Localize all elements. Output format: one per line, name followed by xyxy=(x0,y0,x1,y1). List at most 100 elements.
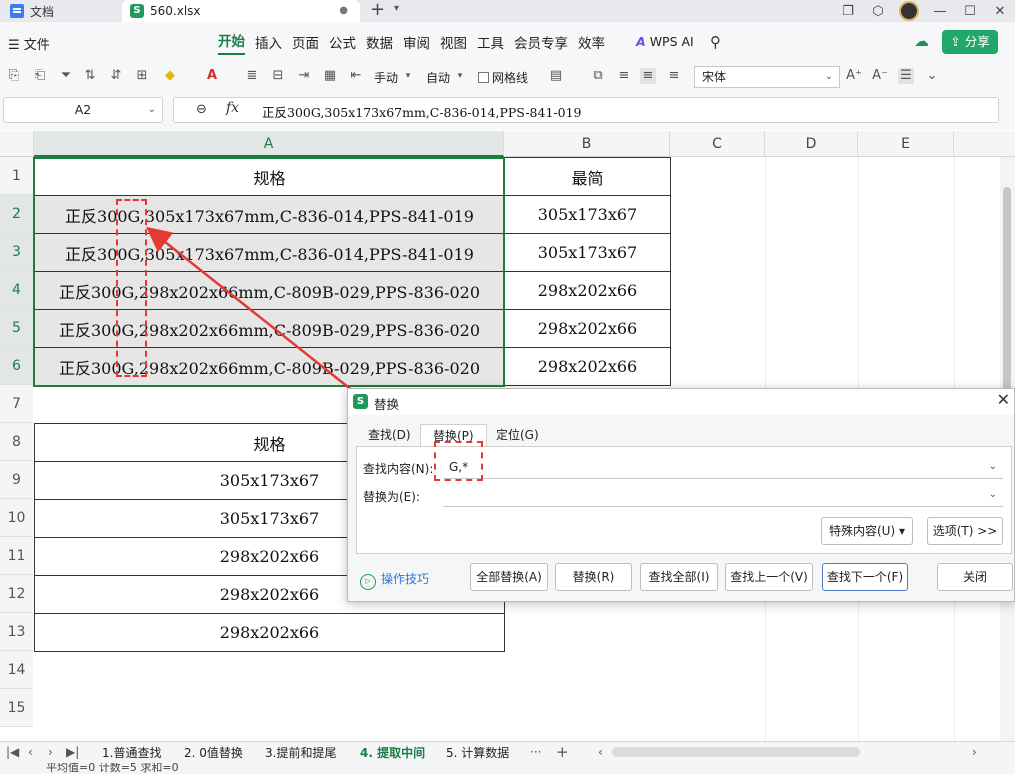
row-header-7[interactable]: 7 xyxy=(0,385,33,423)
row-col-icon[interactable]: ▦ xyxy=(322,68,338,84)
cube-icon[interactable]: ⬡ xyxy=(863,4,893,19)
file-menu[interactable]: ☰ 文件 xyxy=(8,34,50,53)
ribbon-tab-review[interactable]: 审阅 xyxy=(403,32,430,52)
cell-b4[interactable]: 298x202x66 xyxy=(504,271,671,310)
table-style-icon[interactable]: ▤ xyxy=(548,68,564,84)
fit-icon[interactable]: ⇤ xyxy=(348,68,364,84)
more-chevron-icon[interactable]: ⌄ xyxy=(924,68,940,84)
special-content-button[interactable]: 特殊内容(U) ▾ xyxy=(821,517,913,545)
column-header-e[interactable]: E xyxy=(858,131,954,157)
name-box[interactable]: A2 ⌄ xyxy=(3,97,163,123)
row-height-manual[interactable]: 手动 xyxy=(374,69,398,86)
column-header-a[interactable]: A xyxy=(34,131,504,157)
zoom-icon[interactable]: ⊖ xyxy=(196,102,207,117)
sheet-tab-3[interactable]: 3.提前和提尾 xyxy=(265,744,336,761)
scrollbar-thumb[interactable] xyxy=(1003,187,1011,407)
cell-b3[interactable]: 305x173x67 xyxy=(504,233,671,272)
indent-icon[interactable]: ⇥ xyxy=(296,68,312,84)
wrap-text-icon[interactable]: ≣ xyxy=(244,68,260,84)
row-header-12[interactable]: 12 xyxy=(0,575,33,613)
replace-button[interactable]: 替换(R) xyxy=(555,563,632,591)
chevron-down-icon[interactable]: ⌄ xyxy=(989,455,997,479)
tab-goto[interactable]: 定位(G) xyxy=(484,424,551,446)
options-button[interactable]: 选项(T) >> xyxy=(927,517,1003,545)
ribbon-tab-view[interactable]: 视图 xyxy=(440,32,467,52)
ribbon-tab-home[interactable]: 开始 xyxy=(218,30,245,55)
minimize-icon[interactable]: — xyxy=(925,4,955,19)
sort-asc-icon[interactable]: ⇅ xyxy=(82,68,98,84)
border-icon[interactable]: ⊞ xyxy=(134,68,150,84)
row-header-8[interactable]: 8 xyxy=(0,423,33,461)
row-header-5[interactable]: 5 xyxy=(0,309,33,347)
new-tab-icon[interactable]: + xyxy=(370,0,385,22)
tab-find[interactable]: 查找(D) xyxy=(356,424,423,446)
horizontal-scrollbar[interactable] xyxy=(612,747,860,757)
select-all-corner[interactable] xyxy=(0,131,34,157)
row-header-11[interactable]: 11 xyxy=(0,537,33,575)
tips-link[interactable]: 操作技巧 xyxy=(360,570,429,590)
chevron-down-icon[interactable]: ▾ xyxy=(452,68,468,84)
sheet-tab-1[interactable]: 1.普通查找 xyxy=(102,744,161,761)
font-color-icon[interactable]: A xyxy=(204,68,220,84)
row-header-2[interactable]: 2 xyxy=(0,195,33,233)
close-icon[interactable]: ✕ xyxy=(985,4,1015,19)
align-justify-icon[interactable]: ☰ xyxy=(898,68,914,84)
restore-layout-icon[interactable]: ❐ xyxy=(833,4,863,19)
format-painter-icon[interactable]: ⎘ xyxy=(6,68,22,84)
row-header-6[interactable]: 6 xyxy=(0,347,33,385)
filter-icon[interactable]: ⏷ xyxy=(58,68,74,84)
gridlines-checkbox[interactable] xyxy=(478,72,489,83)
search-icon[interactable]: ⚲ xyxy=(710,33,721,51)
align-center-icon[interactable]: ≡ xyxy=(640,68,656,84)
fx-icon[interactable]: fx xyxy=(226,100,239,116)
decrease-font-icon[interactable]: A⁻ xyxy=(872,68,888,84)
row-header-9[interactable]: 9 xyxy=(0,461,33,499)
find-previous-button[interactable]: 查找上一个(V) xyxy=(725,563,813,591)
ribbon-tab-page[interactable]: 页面 xyxy=(292,32,319,52)
cell-style-icon[interactable]: ⧉ xyxy=(590,68,606,84)
gridlines-toggle[interactable]: 网格线 xyxy=(478,69,528,86)
scroll-left-icon[interactable]: ‹ xyxy=(598,745,603,759)
fill-color-icon[interactable]: ◆ xyxy=(162,68,178,84)
row-header-10[interactable]: 10 xyxy=(0,499,33,537)
add-sheet-icon[interactable]: + xyxy=(556,743,569,761)
ribbon-tab-formula[interactable]: 公式 xyxy=(329,32,356,52)
tab-docs[interactable]: 文档 xyxy=(0,0,116,22)
align-left-icon[interactable]: ≡ xyxy=(616,68,632,84)
align-right-icon[interactable]: ≡ xyxy=(666,68,682,84)
ribbon-tab-insert[interactable]: 插入 xyxy=(255,32,282,52)
find-all-button[interactable]: 查找全部(I) xyxy=(640,563,718,591)
unsaved-dot-icon[interactable]: ● xyxy=(339,5,348,16)
share-button[interactable]: ⇪ 分享 xyxy=(942,30,998,54)
close-icon[interactable]: ✕ xyxy=(997,390,1010,409)
prev-sheet-icon[interactable]: ‹ xyxy=(28,745,33,759)
replace-all-button[interactable]: 全部替换(A) xyxy=(470,563,548,591)
column-header-d[interactable]: D xyxy=(765,131,858,157)
find-next-button[interactable]: 查找下一个(F) xyxy=(822,563,908,591)
next-sheet-icon[interactable]: › xyxy=(48,745,53,759)
row-header-13[interactable]: 13 xyxy=(0,613,33,651)
cell-a13[interactable]: 298x202x66 xyxy=(34,613,505,652)
column-header-b[interactable]: B xyxy=(504,131,670,157)
replace-input[interactable]: ⌄ xyxy=(443,483,1003,507)
merge-icon[interactable]: ⊟ xyxy=(270,68,286,84)
avatar[interactable] xyxy=(899,1,919,21)
cell-b6[interactable]: 298x202x66 xyxy=(504,347,671,386)
sheet-tab-2[interactable]: 2. 0值替换 xyxy=(184,744,243,761)
more-sheets-icon[interactable]: ··· xyxy=(530,745,541,759)
chevron-down-icon[interactable]: ▾ xyxy=(400,68,416,84)
chevron-down-icon[interactable]: ⌄ xyxy=(989,483,997,507)
font-family-select[interactable]: 宋体 ⌄ xyxy=(694,66,840,88)
cell-b5[interactable]: 298x202x66 xyxy=(504,309,671,348)
ribbon-tab-tools[interactable]: 工具 xyxy=(477,32,504,52)
chevron-down-icon[interactable]: ▾ xyxy=(394,3,399,14)
sheet-tab-5[interactable]: 5. 计算数据 xyxy=(446,744,509,761)
ribbon-tab-member[interactable]: 会员专享 xyxy=(514,32,568,52)
row-header-3[interactable]: 3 xyxy=(0,233,33,271)
sort-desc-icon[interactable]: ⇵ xyxy=(108,68,124,84)
tab-file[interactable]: S 560.xlsx ● xyxy=(122,0,360,22)
formula-input[interactable]: ⊖ fx 正反300G,305x173x67mm,C-836-014,PPS-8… xyxy=(173,97,999,123)
maximize-icon[interactable]: ☐ xyxy=(955,4,985,19)
scroll-right-icon[interactable]: › xyxy=(972,745,977,759)
last-sheet-icon[interactable]: ▶| xyxy=(66,745,79,759)
